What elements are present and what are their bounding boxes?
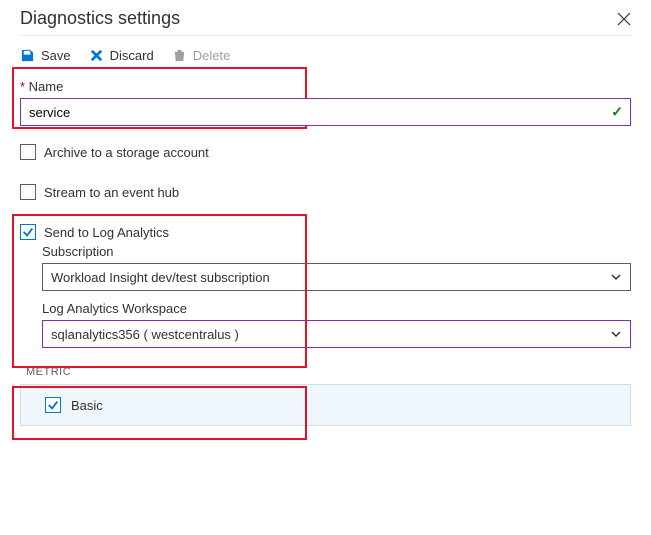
- chevron-down-icon: [610, 328, 622, 340]
- page-title: Diagnostics settings: [20, 8, 180, 29]
- chevron-down-icon: [610, 271, 622, 283]
- save-button[interactable]: Save: [20, 48, 71, 63]
- stream-checkbox[interactable]: [20, 184, 36, 200]
- metric-section-label: METRIC: [26, 366, 631, 378]
- log-analytics-subfields: Subscription Workload Insight dev/test s…: [42, 244, 631, 348]
- archive-label: Archive to a storage account: [44, 145, 209, 160]
- archive-checkbox[interactable]: [20, 144, 36, 160]
- diagnostics-settings-panel: Diagnostics settings Save Discard Delete…: [0, 0, 651, 446]
- log-analytics-checkbox[interactable]: [20, 224, 36, 240]
- log-analytics-block: Send to Log Analytics Subscription Workl…: [20, 224, 631, 348]
- delete-button: Delete: [172, 48, 231, 63]
- delete-icon: [172, 48, 187, 63]
- workspace-select[interactable]: sqlanalytics356 ( westcentralus ): [42, 320, 631, 348]
- metric-basic-row: Basic: [20, 384, 631, 426]
- workspace-label: Log Analytics Workspace: [42, 301, 631, 316]
- subscription-label: Subscription: [42, 244, 631, 259]
- save-label: Save: [41, 48, 71, 63]
- delete-label: Delete: [193, 48, 231, 63]
- subscription-value: Workload Insight dev/test subscription: [51, 270, 270, 285]
- log-analytics-option-row: Send to Log Analytics: [20, 224, 631, 240]
- panel-header: Diagnostics settings: [20, 8, 631, 35]
- toolbar: Save Discard Delete: [20, 42, 631, 79]
- archive-option-row: Archive to a storage account: [20, 144, 631, 160]
- discard-label: Discard: [110, 48, 154, 63]
- stream-option-row: Stream to an event hub: [20, 184, 631, 200]
- name-label: Name: [20, 79, 631, 94]
- name-field-block: Name ✓: [20, 79, 631, 126]
- save-icon: [20, 48, 35, 63]
- stream-label: Stream to an event hub: [44, 185, 179, 200]
- header-divider: [20, 35, 631, 36]
- metric-basic-label: Basic: [71, 398, 103, 413]
- subscription-select[interactable]: Workload Insight dev/test subscription: [42, 263, 631, 291]
- name-input[interactable]: [20, 98, 631, 126]
- discard-icon: [89, 48, 104, 63]
- metric-section: METRIC Basic: [20, 366, 631, 426]
- valid-check-icon: ✓: [611, 104, 623, 121]
- workspace-value: sqlanalytics356 ( westcentralus ): [51, 327, 239, 342]
- discard-button[interactable]: Discard: [89, 48, 154, 63]
- log-analytics-label: Send to Log Analytics: [44, 225, 169, 240]
- close-icon[interactable]: [617, 12, 631, 26]
- metric-basic-checkbox[interactable]: [45, 397, 61, 413]
